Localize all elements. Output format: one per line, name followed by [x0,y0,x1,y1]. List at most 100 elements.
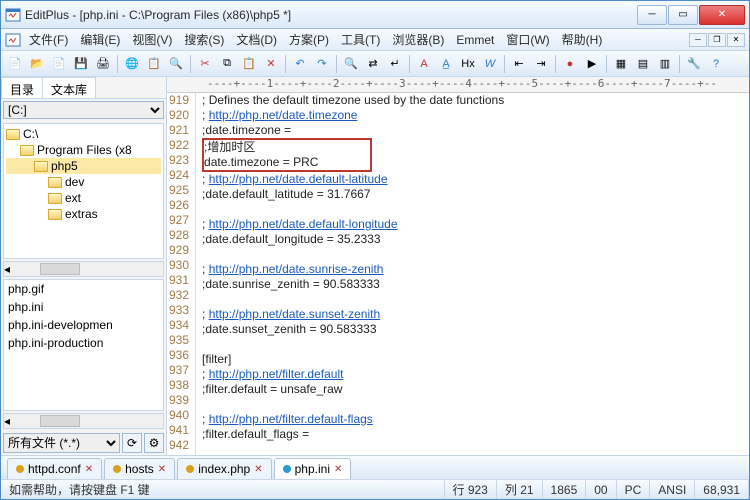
code-editor[interactable]: 9199209219229239249259269279289299309319… [167,93,749,455]
redo-icon[interactable]: ↷ [312,54,332,74]
menu-view[interactable]: 视图(V) [126,29,178,50]
code-line[interactable] [202,442,504,455]
code-line[interactable]: ; http://php.net/date.sunset-zenith [202,307,504,322]
folder-tree[interactable]: C:\Program Files (x8php5devextextras [3,123,164,259]
tree-item[interactable]: ext [6,190,161,206]
filelist-hscrollbar[interactable]: ◂ [3,413,164,429]
menu-help[interactable]: 帮助(H) [556,29,609,50]
code-line[interactable]: ; Defines the default timezone used by t… [202,93,504,108]
tile3-icon[interactable]: ▥ [655,54,675,74]
indent-left-icon[interactable]: ⇤ [509,54,529,74]
mdi-close-button[interactable]: ✕ [727,33,745,47]
tab-close-icon[interactable]: ✕ [254,464,262,475]
code-line[interactable] [202,292,504,307]
hex-icon[interactable]: Hx [458,54,478,74]
drive-select[interactable]: [C:] [3,101,164,119]
settings-icon[interactable]: ⚙ [144,433,164,453]
tree-item[interactable]: dev [6,174,161,190]
menu-browser[interactable]: 浏览器(B) [386,29,450,50]
code-line[interactable] [202,247,504,262]
menu-edit[interactable]: 编辑(E) [74,29,126,50]
menu-file[interactable]: 文件(F) [23,29,74,50]
replace-icon[interactable]: ⇄ [363,54,383,74]
code-line[interactable]: date.timezone = PRC [202,155,372,172]
tab-cliptext[interactable]: 文本库 [42,77,96,98]
url-link[interactable]: http://php.net/date.timezone [209,108,358,122]
code-line[interactable]: ;date.default_longitude = 35.2333 [202,232,504,247]
tab-close-icon[interactable]: ✕ [158,464,166,475]
tree-item[interactable]: php5 [6,158,161,174]
minimize-button[interactable]: ─ [637,5,667,25]
tree-hscrollbar[interactable]: ◂ [3,261,164,277]
undo-icon[interactable]: ↶ [290,54,310,74]
mdi-restore-button[interactable]: ❐ [708,33,726,47]
open-file-icon[interactable]: 📂 [27,54,47,74]
code-line[interactable]: ; http://php.net/filter.default [202,367,504,382]
tab-close-icon[interactable]: ✕ [334,464,342,475]
copy2-icon[interactable]: ⧉ [217,54,237,74]
code-line[interactable] [202,337,504,352]
code-line[interactable]: ;date.sunset_zenith = 90.583333 [202,322,504,337]
save-icon[interactable]: 💾 [71,54,91,74]
tab-close-icon[interactable]: ✕ [85,464,93,475]
menu-project[interactable]: 方案(P) [283,29,335,50]
code-line[interactable]: ; http://php.net/date.default-latitude [202,172,504,187]
file-item[interactable]: php.ini-production [4,334,163,352]
url-link[interactable]: http://php.net/filter.default [209,367,344,381]
tile2-icon[interactable]: ▤ [633,54,653,74]
code-line[interactable]: ; http://php.net/date.timezone [202,108,504,123]
find-icon[interactable]: 🔍 [341,54,361,74]
menu-doc[interactable]: 文档(D) [230,29,283,50]
titlebar[interactable]: EditPlus - [php.ini - C:\Program Files (… [1,1,749,29]
refresh-icon[interactable]: ⟳ [122,433,142,453]
mdi-minimize-button[interactable]: ─ [689,33,707,47]
copy-icon[interactable]: 📋 [144,54,164,74]
menu-emmet[interactable]: Emmet [450,31,500,49]
document-tab[interactable]: index.php✕ [177,458,271,479]
code-line[interactable] [202,397,504,412]
code-line[interactable]: ;filter.default = unsafe_raw [202,382,504,397]
new-file-icon[interactable]: 📄 [5,54,25,74]
menu-search[interactable]: 搜索(S) [178,29,230,50]
code-line[interactable]: ; http://php.net/date.default-longitude [202,217,504,232]
font-dec-icon[interactable]: A̲ [436,54,456,74]
file-item[interactable]: php.ini-developmen [4,316,163,334]
url-link[interactable]: http://php.net/date.default-latitude [209,172,388,186]
close-button[interactable]: ✕ [699,5,745,25]
maximize-button[interactable]: ▭ [668,5,698,25]
delete-icon[interactable]: ✕ [261,54,281,74]
indent-right-icon[interactable]: ⇥ [531,54,551,74]
code-line[interactable]: ;date.sunrise_zenith = 90.583333 [202,277,504,292]
url-link[interactable]: http://php.net/date.sunset-zenith [209,307,380,321]
document-tab[interactable]: httpd.conf✕ [7,458,102,479]
menu-tools[interactable]: 工具(T) [335,29,386,50]
document-tab[interactable]: php.ini✕ [274,458,352,479]
tile-icon[interactable]: ▦ [611,54,631,74]
code-lines[interactable]: ; Defines the default timezone used by t… [196,93,504,455]
tree-item[interactable]: C:\ [6,126,161,142]
file-item[interactable]: php.gif [4,280,163,298]
wordwrap-icon[interactable]: ↵ [385,54,405,74]
tree-item[interactable]: Program Files (x8 [6,142,161,158]
code-line[interactable]: ;date.timezone = [202,123,504,138]
record-icon[interactable]: ● [560,54,580,74]
url-link[interactable]: http://php.net/date.sunrise-zenith [209,262,384,276]
code-line[interactable]: ;增加时区 [202,138,372,155]
code-line[interactable]: ; http://php.net/filter.default-flags [202,412,504,427]
paste-icon[interactable]: 📋 [239,54,259,74]
code-line[interactable]: ;date.default_latitude = 31.7667 [202,187,504,202]
word-icon[interactable]: W [480,54,500,74]
play-icon[interactable]: ▶ [582,54,602,74]
code-line[interactable]: [filter] [202,352,504,367]
file-item[interactable]: php.ini [4,298,163,316]
menu-window[interactable]: 窗口(W) [500,29,555,50]
help-icon[interactable]: ? [706,54,726,74]
url-link[interactable]: http://php.net/filter.default-flags [209,412,373,426]
tools-icon[interactable]: 🔧 [684,54,704,74]
code-line[interactable] [202,202,504,217]
url-link[interactable]: http://php.net/date.default-longitude [209,217,398,231]
cut-icon[interactable]: ✂ [195,54,215,74]
search-icon[interactable]: 🔍 [166,54,186,74]
new-html-icon[interactable]: 📄 [49,54,69,74]
file-list[interactable]: php.gifphp.iniphp.ini-developmenphp.ini-… [3,279,164,411]
